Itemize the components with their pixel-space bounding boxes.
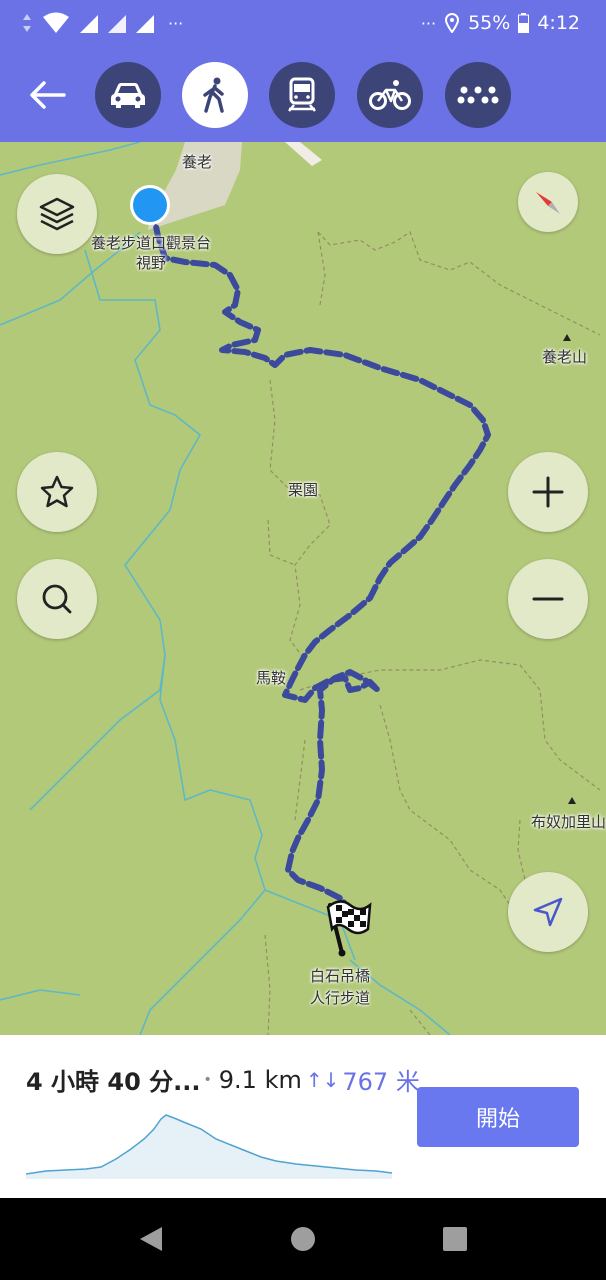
status-time: 4:12: [537, 12, 580, 34]
route-elevation: 767 米: [342, 1068, 420, 1096]
route-summary: 4 小時 40 分... • 9.1 km ↑↓ 767 米: [26, 1062, 420, 1097]
map-label-yanglao-mountain: 養老山: [542, 348, 588, 366]
location-icon: [445, 13, 460, 33]
battery-percent: 55%: [468, 12, 511, 34]
wifi-icon: [43, 12, 69, 33]
signal-icon: [80, 15, 98, 33]
status-right-icons: ··· 55% 4:12: [421, 12, 580, 34]
system-nav-bar: [0, 1198, 606, 1280]
status-left-dots: ···: [168, 13, 184, 33]
end-place-line2: 人行步道: [309, 989, 370, 1007]
walk-icon: [203, 77, 224, 113]
search-button[interactable]: [17, 559, 97, 639]
start-button[interactable]: 開始: [417, 1087, 579, 1147]
mode-walk-button[interactable]: [182, 62, 248, 128]
recents-square-icon: [443, 1227, 467, 1251]
elevation-icon: ↑↓: [305, 1067, 340, 1092]
end-place-line1: 白石吊橋: [309, 967, 370, 985]
car-icon: [111, 83, 145, 108]
route-distance: 9.1 km: [218, 1065, 302, 1094]
favorite-button[interactable]: [17, 452, 97, 532]
battery-icon: [518, 13, 530, 33]
bike-icon: [369, 80, 411, 110]
train-icon: [288, 77, 316, 112]
back-triangle-icon: [140, 1227, 162, 1251]
arrow-left-icon: [30, 81, 66, 109]
back-button[interactable]: [26, 74, 68, 116]
signal-icon: [136, 15, 154, 33]
start-place-line1: 養老步道口觀景台: [90, 234, 211, 252]
compass-icon: [536, 192, 560, 214]
map-label-liyuan: 栗園: [288, 481, 319, 499]
navigate-arrow-icon: [533, 897, 563, 927]
separator-dot: •: [203, 1071, 212, 1088]
route-duration: 4 小時 40 分...: [26, 1068, 201, 1096]
map-view[interactable]: 養老 養老步道口觀景台 視野 養老山 栗園 馬鞍 布奴加里山 白石吊橋 人行步道: [0, 142, 606, 1035]
mode-transit-button[interactable]: [269, 62, 335, 128]
home-circle-icon: [291, 1227, 315, 1251]
nav-back-button[interactable]: [136, 1224, 166, 1254]
status-bar: ··· ··· 55% 4:12: [0, 0, 606, 48]
transport-toolbar: [0, 48, 606, 142]
elevation-profile-chart: [26, 1114, 392, 1179]
status-left-icons: ···: [22, 12, 183, 34]
layers-icon: [39, 197, 75, 231]
signal-icon: [108, 15, 126, 33]
zoom-out-button[interactable]: [508, 559, 588, 639]
map-label-end-place: 白石吊橋 人行步道: [290, 965, 390, 1009]
mode-more-button[interactable]: [445, 62, 511, 128]
compass-button[interactable]: [518, 172, 578, 232]
start-place-line2: 視野: [135, 254, 166, 272]
nav-home-button[interactable]: [288, 1224, 318, 1254]
checkered-flag-icon[interactable]: [322, 897, 374, 957]
layers-button[interactable]: [17, 174, 97, 254]
more-dots-icon: [457, 86, 499, 104]
mode-bike-button[interactable]: [357, 62, 423, 128]
star-icon: [40, 475, 74, 508]
data-arrows-icon: [23, 14, 31, 32]
mode-car-button[interactable]: [95, 62, 161, 128]
map-label-maan: 馬鞍: [256, 669, 287, 687]
plus-icon: [532, 476, 564, 508]
zoom-in-button[interactable]: [508, 452, 588, 532]
route-summary-panel: 4 小時 40 分... • 9.1 km ↑↓ 767 米 開始: [0, 1035, 606, 1198]
map-label-start-place: 養老步道口觀景台 視野: [72, 233, 230, 273]
status-right-dots: ···: [420, 13, 437, 33]
search-icon: [42, 584, 72, 614]
map-label-bunu-mountain: 布奴加里山: [531, 813, 606, 831]
map-label-yanglao: 養老: [182, 153, 213, 171]
minus-icon: [532, 597, 564, 601]
locate-button[interactable]: [508, 872, 588, 952]
nav-recents-button[interactable]: [440, 1224, 470, 1254]
